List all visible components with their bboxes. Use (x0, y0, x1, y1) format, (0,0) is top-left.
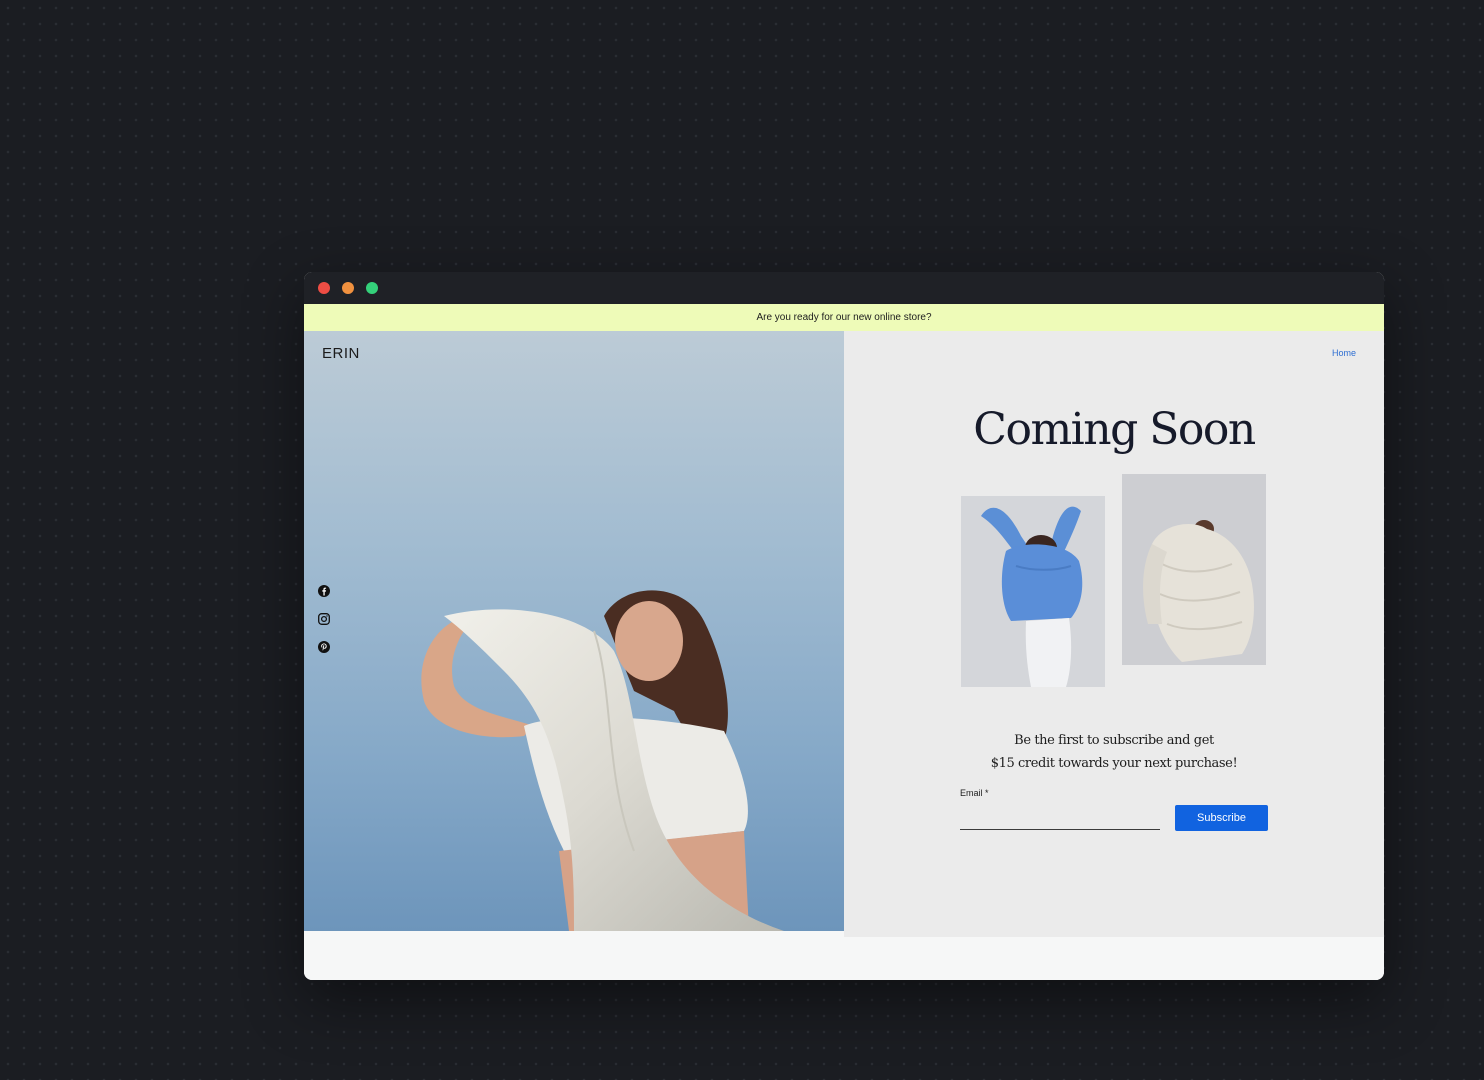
minimize-window-button[interactable] (342, 282, 354, 294)
hero-image: ERIN (304, 331, 844, 931)
product-photo-cream-sweater (1122, 474, 1266, 665)
close-window-button[interactable] (318, 282, 330, 294)
site-logo[interactable]: ERIN (322, 345, 360, 362)
window-titlebar (304, 272, 1384, 304)
page-title: Coming Soon (973, 404, 1256, 456)
subscribe-tagline: Be the first to subscribe and get $15 cr… (844, 729, 1384, 775)
facebook-icon[interactable] (318, 585, 330, 597)
maximize-window-button[interactable] (366, 282, 378, 294)
page-footer (304, 937, 1384, 980)
cream-sweater-illustration (1122, 474, 1266, 665)
tagline-line-1: Be the first to subscribe and get (1014, 733, 1214, 748)
email-input[interactable] (960, 805, 1160, 830)
browser-window: Are you ready for our new online store? (304, 272, 1384, 980)
blue-sweater-illustration (961, 496, 1105, 687)
hero-photo-illustration (304, 331, 844, 931)
tagline-line-2: $15 credit towards your next purchase! (990, 756, 1238, 771)
product-photo-blue-sweater (961, 496, 1105, 687)
email-label: Email * (960, 788, 989, 798)
coming-soon-panel: Home Coming Soon Be the first to subscri… (844, 331, 1384, 937)
nav-home-link[interactable]: Home (1332, 348, 1356, 358)
pinterest-icon[interactable] (318, 641, 330, 653)
subscribe-button[interactable]: Subscribe (1175, 805, 1268, 831)
instagram-icon[interactable] (318, 613, 330, 625)
announcement-bar: Are you ready for our new online store? (304, 304, 1384, 331)
